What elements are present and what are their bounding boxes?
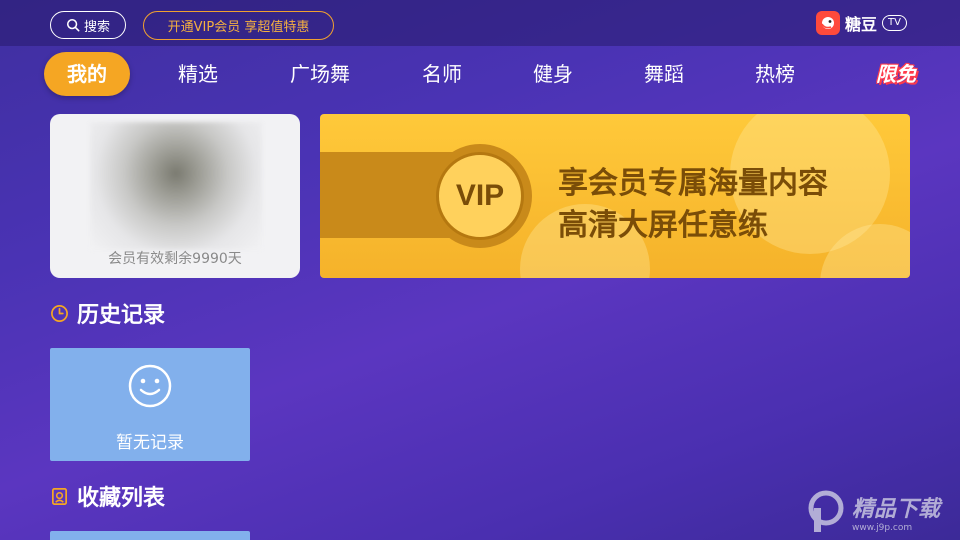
clock-icon	[51, 304, 68, 322]
favorites-title-text: 收藏列表	[77, 486, 166, 511]
vip-promo-label: 开通VIP会员 享超值特惠	[167, 20, 310, 35]
history-empty-card[interactable]: 暂无记录	[50, 348, 250, 461]
search-icon	[66, 18, 80, 32]
tab-hot-list[interactable]: 热榜	[737, 52, 813, 96]
tab-fitness[interactable]: 健身	[515, 52, 591, 96]
tab-featured[interactable]: 精选	[160, 52, 236, 96]
watermark-text: 精品下载	[852, 497, 941, 522]
tab-square-dance[interactable]: 广场舞	[276, 52, 364, 96]
vip-promo-button[interactable]: 开通VIP会员 享超值特惠	[143, 11, 334, 40]
logo-bird-icon	[816, 11, 840, 35]
tab-free-limited[interactable]: 限免	[858, 52, 934, 96]
history-title-text: 历史记录	[77, 303, 166, 328]
favorites-section-title: 收藏列表	[50, 481, 165, 511]
smiley-icon	[128, 364, 172, 408]
search-label: 搜索	[83, 19, 110, 35]
history-empty-text: 暂无记录	[116, 433, 184, 453]
vip-banner-line1: 享会员专属海量内容	[558, 166, 828, 201]
watermark: 精品下载 www.j9p.com	[806, 488, 940, 536]
avatar	[90, 122, 262, 250]
top-bar: 搜索 开通VIP会员 享超值特惠 糖豆 TV	[0, 0, 960, 46]
main-nav: 我的 精选 广场舞 名师 健身 舞蹈 热榜 限免	[0, 50, 960, 100]
watermark-url: www.j9p.com	[852, 523, 913, 533]
history-section-title: 历史记录	[50, 298, 165, 328]
app-logo: 糖豆 TV	[816, 10, 907, 36]
vip-banner[interactable]: VIP 享会员专属海量内容 高清大屏任意练	[320, 114, 910, 278]
logo-text: 糖豆	[845, 15, 878, 34]
vip-badge-text: VIP	[436, 152, 524, 240]
logo-tv-badge: TV	[882, 15, 907, 31]
tab-mine[interactable]: 我的	[44, 52, 130, 96]
bookmark-icon	[51, 487, 68, 505]
profile-card[interactable]: 会员有效剩余9990天	[50, 114, 300, 278]
tab-dance[interactable]: 舞蹈	[626, 52, 702, 96]
search-button[interactable]: 搜索	[50, 11, 126, 39]
vip-badge: VIP	[428, 144, 532, 248]
tab-teachers[interactable]: 名师	[404, 52, 480, 96]
watermark-logo-icon	[808, 490, 844, 532]
member-status-text: 会员有效剩余9990天	[108, 251, 242, 267]
vip-banner-line2: 高清大屏任意练	[558, 208, 768, 243]
favorites-card[interactable]	[50, 531, 250, 540]
